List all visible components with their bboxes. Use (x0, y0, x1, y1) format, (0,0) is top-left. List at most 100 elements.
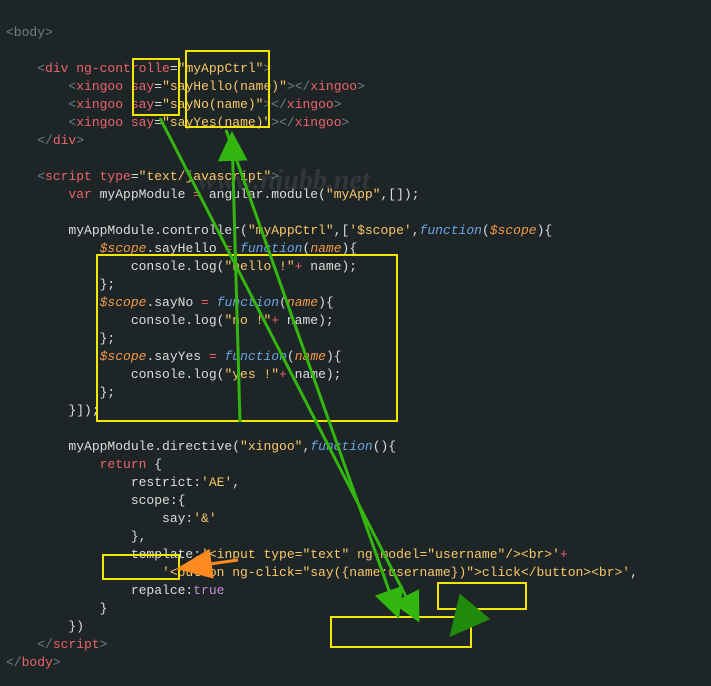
t: "no !" (224, 313, 271, 328)
t: repalce: (6, 583, 193, 598)
t: { (146, 457, 162, 472)
t: > (100, 637, 108, 652)
t: ){ (318, 295, 334, 310)
t: } (6, 601, 107, 616)
t: ){ (342, 241, 358, 256)
t: </ (6, 133, 53, 148)
t: script (45, 169, 92, 184)
t: function (420, 223, 482, 238)
t: , (232, 475, 240, 490)
tag-open-body: <body> (6, 25, 53, 40)
t: console.log( (6, 313, 224, 328)
t (6, 295, 100, 310)
t: </ (6, 637, 53, 652)
t: }; (6, 277, 115, 292)
t: = (131, 169, 139, 184)
t: console.log( (6, 367, 224, 382)
t: = (201, 295, 209, 310)
t: myAppModule.directive( (6, 439, 240, 454)
t: ,[ (334, 223, 350, 238)
t: ></ (263, 97, 286, 112)
t: angular.module( (201, 187, 326, 202)
t: say (123, 79, 154, 94)
t: function (217, 295, 279, 310)
t: }; (6, 385, 115, 400)
t: = (154, 97, 162, 112)
t: xingoo (76, 97, 123, 112)
t: restrict: (6, 475, 201, 490)
t: .sayNo (146, 295, 201, 310)
t: say (123, 115, 154, 130)
t: ( (482, 223, 490, 238)
t: div (45, 61, 68, 76)
t: xingoo (76, 79, 123, 94)
t: 'AE' (201, 475, 232, 490)
t: ( (279, 295, 287, 310)
t: name); (287, 367, 342, 382)
t: = (193, 187, 201, 202)
t: ></ (287, 79, 310, 94)
t: console.log( (6, 259, 224, 274)
t: "myApp" (326, 187, 381, 202)
t: '<input type="text" ng-model="username"/… (201, 547, 560, 562)
t: ,[]); (381, 187, 420, 202)
t: div (53, 133, 76, 148)
t: "myAppCtrl" (248, 223, 334, 238)
t (232, 241, 240, 256)
t: template: (6, 547, 201, 562)
t: ></ (271, 115, 294, 130)
t (6, 187, 68, 202)
t: type (92, 169, 131, 184)
t: .sayHello (146, 241, 224, 256)
t: > (271, 169, 279, 184)
t: var (68, 187, 91, 202)
t: < (6, 79, 76, 94)
t: < (6, 115, 76, 130)
t: say (123, 97, 154, 112)
t: body (22, 655, 53, 670)
t (6, 457, 100, 472)
t: = (154, 79, 162, 94)
code-block: <body> <div ng-controlle="myAppCtrl"> <x… (0, 0, 711, 672)
t: true (193, 583, 224, 598)
t: function (310, 439, 372, 454)
t: $scope (100, 241, 147, 256)
t: name (287, 295, 318, 310)
t: > (342, 115, 350, 130)
t: </ (6, 655, 22, 670)
t: $scope (100, 349, 147, 364)
t: xingoo (295, 115, 342, 130)
t: (){ (373, 439, 396, 454)
t: + (271, 313, 279, 328)
t: scope:{ (6, 493, 185, 508)
t: > (53, 655, 61, 670)
t: "xingoo" (240, 439, 302, 454)
t: say: (6, 511, 193, 526)
t: xingoo (287, 97, 334, 112)
t: $scope (100, 295, 147, 310)
t: "sayHello(name)" (162, 79, 287, 94)
t: ng-controlle (68, 61, 169, 76)
t: name (295, 349, 326, 364)
t: > (263, 61, 271, 76)
t: name); (302, 259, 357, 274)
t: "hello !" (224, 259, 294, 274)
t: = (154, 115, 162, 130)
t: myAppModule.controller( (6, 223, 248, 238)
t: '<button ng-click="say({name:username})"… (162, 565, 630, 580)
t: xingoo (76, 115, 123, 130)
t (209, 295, 217, 310)
t: > (357, 79, 365, 94)
t: + (279, 367, 287, 382)
t: name (310, 241, 341, 256)
t: myAppModule (92, 187, 193, 202)
t: > (76, 133, 84, 148)
t: ){ (537, 223, 553, 238)
t (6, 241, 100, 256)
t: ){ (326, 349, 342, 364)
t: function (224, 349, 286, 364)
t: < (6, 169, 45, 184)
t: "sayYes(name)" (162, 115, 271, 130)
t: }, (6, 529, 146, 544)
t: '$scope' (349, 223, 411, 238)
